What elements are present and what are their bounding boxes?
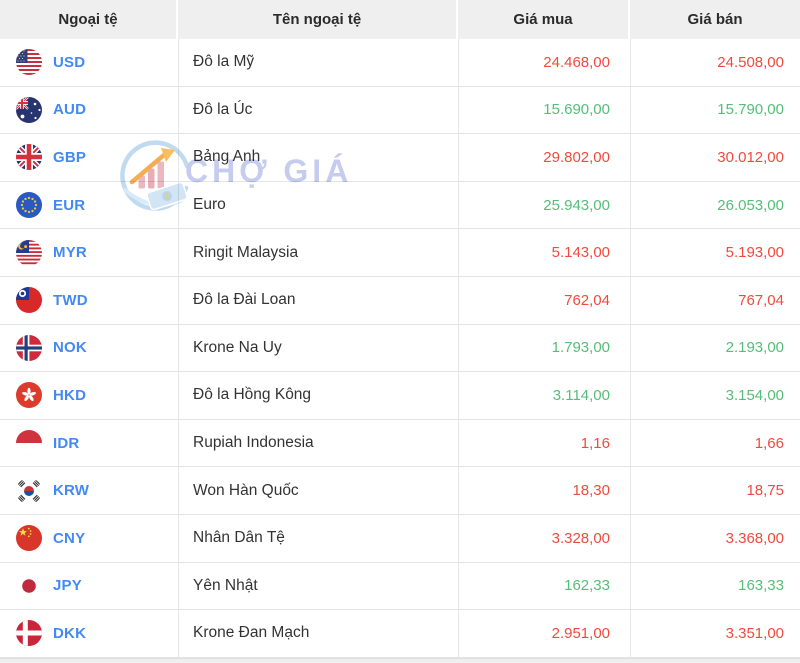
buy-price: 3.328,00 [552,530,610,547]
column-header-buy: Giá mua [458,0,630,39]
buy-price: 25.943,00 [543,197,610,214]
sell-price: 767,04 [738,292,784,309]
currency-row: GBP Bảng Anh 29.802,00 30.012,00 [0,134,800,182]
currency-name: Đô la Mỹ [193,53,254,71]
column-header-name: Tên ngoại tệ [178,0,458,39]
sell-price: 26.053,00 [717,197,784,214]
buy-price: 15.690,00 [543,101,610,118]
sell-price: 1,66 [755,435,784,452]
currency-name: Đô la Hồng Kông [193,386,311,404]
currency-name: Yên Nhật [193,577,258,595]
currency-code-link[interactable]: HKD [53,387,86,404]
currency-code-link[interactable]: CNY [53,530,85,547]
currency-code-link[interactable]: MYR [53,244,87,261]
currency-row: HKD Đô la Hồng Kông 3.114,00 3.154,00 [0,372,800,420]
buy-price: 18,30 [572,482,610,499]
currency-code-link[interactable]: IDR [53,435,79,452]
currency-code-link[interactable]: GBP [53,149,86,166]
currency-name: Đô la Úc [193,101,252,119]
currency-cell: GBP [0,134,178,181]
currency-code-link[interactable]: NOK [53,339,87,356]
currency-name: Ringit Malaysia [193,244,298,262]
currency-row: TWD Đô la Đài Loan 762,04 767,04 [0,277,800,325]
malaysia-flag-icon [16,240,42,266]
hongkong-flag-icon [16,382,42,408]
sell-price: 24.508,00 [717,54,784,71]
buy-price: 762,04 [564,292,610,309]
us-flag-icon [16,49,42,75]
buy-price: 29.802,00 [543,149,610,166]
currency-code-link[interactable]: KRW [53,482,89,499]
australia-flag-icon [16,97,42,123]
currency-name: Won Hàn Quốc [193,482,299,500]
currency-code-link[interactable]: EUR [53,197,85,214]
next-section-strip [0,658,800,663]
currency-row: NOK Krone Na Uy 1.793,00 2.193,00 [0,325,800,373]
sell-price: 5.193,00 [726,244,784,261]
japan-flag-icon [16,573,42,599]
currency-cell: KRW [0,467,178,514]
currency-code-link[interactable]: JPY [53,577,82,594]
table-body: USD Đô la Mỹ 24.468,00 24.508,00 AUD Đô … [0,39,800,658]
currency-cell: HKD [0,372,178,419]
buy-price: 1.793,00 [552,339,610,356]
currency-row: JPY Yên Nhật 162,33 163,33 [0,563,800,611]
currency-code-link[interactable]: TWD [53,292,88,309]
buy-price: 5.143,00 [552,244,610,261]
currency-name: Krone Na Uy [193,339,282,357]
currency-cell: EUR [0,182,178,229]
currency-code-link[interactable]: AUD [53,101,86,118]
currency-cell: IDR [0,420,178,467]
currency-row: IDR Rupiah Indonesia 1,16 1,66 [0,420,800,468]
sell-price: 3.351,00 [726,625,784,642]
denmark-flag-icon [16,620,42,646]
buy-price: 24.468,00 [543,54,610,71]
currency-cell: CNY [0,515,178,562]
currency-cell: TWD [0,277,178,324]
buy-price: 1,16 [581,435,610,452]
buy-price: 162,33 [564,577,610,594]
sell-price: 15.790,00 [717,101,784,118]
column-header-currency: Ngoại tệ [0,0,178,39]
currency-cell: AUD [0,87,178,134]
uk-flag-icon [16,144,42,170]
currency-row: AUD Đô la Úc 15.690,00 15.790,00 [0,87,800,135]
currency-row: USD Đô la Mỹ 24.468,00 24.508,00 [0,39,800,87]
exchange-rate-table: Ngoại tệ Tên ngoại tệ Giá mua Giá bán US… [0,0,800,663]
currency-cell: MYR [0,229,178,276]
currency-name: Đô la Đài Loan [193,291,296,309]
table-header-row: Ngoại tệ Tên ngoại tệ Giá mua Giá bán [0,0,800,39]
currency-row: DKK Krone Đan Mạch 2.951,00 3.351,00 [0,610,800,658]
sell-price: 163,33 [738,577,784,594]
currency-row: KRW Won Hàn Quốc 18,30 18,75 [0,467,800,515]
currency-row: CNY Nhân Dân Tệ 3.328,00 3.368,00 [0,515,800,563]
currency-cell: NOK [0,325,178,372]
sell-price: 18,75 [746,482,784,499]
norway-flag-icon [16,335,42,361]
currency-name: Euro [193,196,226,214]
buy-price: 3.114,00 [553,387,610,404]
buy-price: 2.951,00 [552,625,610,642]
currency-name: Nhân Dân Tệ [193,529,285,547]
sell-price: 3.368,00 [726,530,784,547]
currency-row: EUR Euro 25.943,00 26.053,00 [0,182,800,230]
currency-cell: JPY [0,563,178,610]
sell-price: 2.193,00 [726,339,784,356]
sell-price: 30.012,00 [717,149,784,166]
china-flag-icon [16,525,42,551]
taiwan-flag-icon [16,287,42,313]
currency-cell: DKK [0,610,178,657]
column-header-sell: Giá bán [630,0,800,39]
currency-code-link[interactable]: USD [53,54,85,71]
eu-flag-icon [16,192,42,218]
currency-name: Krone Đan Mạch [193,624,309,642]
indonesia-flag-icon [16,430,42,456]
currency-cell: USD [0,39,178,86]
sell-price: 3.154,00 [726,387,784,404]
currency-name: Rupiah Indonesia [193,434,314,452]
currency-code-link[interactable]: DKK [53,625,86,642]
currency-row: MYR Ringit Malaysia 5.143,00 5.193,00 [0,229,800,277]
southkorea-flag-icon [16,478,42,504]
currency-name: Bảng Anh [193,148,260,166]
